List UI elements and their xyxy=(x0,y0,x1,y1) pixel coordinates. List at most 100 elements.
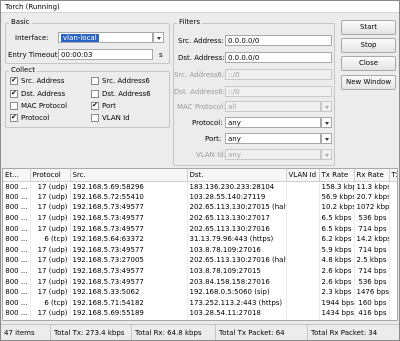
table-row[interactable]: 800 ... 17 (udp) 192.168.5.73:49577 103.8.7… xyxy=(3,244,397,256)
table-row[interactable]: 800 ... 17 (udp) 192.168.5.73:49577 202.65.… xyxy=(3,212,397,224)
vlan-id-dropdown-icon[interactable] xyxy=(321,149,332,160)
checkbox-box[interactable] xyxy=(10,113,18,122)
table-cell: 17 (udp) xyxy=(30,202,71,213)
table-cell xyxy=(389,297,397,309)
table-cell: 17 (udp) xyxy=(30,255,71,266)
table-row[interactable]: 800 ...6 (tcp)192.168.5.6:6881123.227.65… xyxy=(3,318,397,320)
table-cell: 536 bps xyxy=(354,276,390,287)
start-button[interactable]: Start xyxy=(341,20,396,35)
src-address-input[interactable]: 0.0.0.0/0 xyxy=(225,35,332,46)
checkbox-box[interactable] xyxy=(91,90,99,98)
interface-label: Interface: xyxy=(15,34,49,42)
column-header-dst[interactable]: Dst. xyxy=(187,169,287,182)
table-row[interactable]: 800 ... 17 (udp) 192.168.5.73:49577 203.84.… xyxy=(3,276,397,287)
table-row[interactable]: 800 ... 17 (udp) 192.168.5.69:55189 103.28.… xyxy=(3,308,397,319)
table-row[interactable]: 800 ... 17 (udp) 192.168.5.73:49577 103.8.7… xyxy=(3,265,397,277)
table-cell: 192.168.5.72:55410 xyxy=(70,191,188,203)
table-row[interactable]: 800 ... 17 (udp) 192.168.5.72:55410 103.28.… xyxy=(3,191,397,203)
table-cell: 6 (tcp) xyxy=(30,233,71,245)
entry-timeout-input[interactable]: 00:00:03 xyxy=(58,49,153,60)
checkbox-dst-address6[interactable]: Dst. Address6 xyxy=(91,90,151,98)
column-header-protocol[interactable]: Protocol xyxy=(30,169,71,182)
checkbox-box[interactable] xyxy=(10,89,18,98)
checkbox-box[interactable] xyxy=(91,114,99,122)
table-cell xyxy=(389,212,397,224)
table-cell: 17 (udp) xyxy=(30,181,71,192)
table-row[interactable]: 800 ... 17 (udp) 192.168.5.73:27005 202.65.… xyxy=(3,255,397,266)
column-header-vlan-id[interactable]: VLAN Id xyxy=(286,169,320,182)
table-cell: 714 bps xyxy=(354,223,390,234)
vlan-id-select[interactable]: any xyxy=(225,149,321,160)
dst-address6-input[interactable]: ::/0 xyxy=(225,86,332,97)
checkbox-port[interactable]: Port xyxy=(91,101,116,110)
port-select[interactable]: any xyxy=(225,133,321,144)
column-header-src[interactable]: Src. xyxy=(70,169,188,182)
table-cell: 800 ... xyxy=(3,233,31,245)
table-cell: 183.136.230.233:28104 xyxy=(187,181,287,192)
table-row[interactable]: 800 ... 17 (udp) 192.168.5.73:49577 202.65.… xyxy=(3,223,397,234)
checkbox-box[interactable] xyxy=(10,102,18,110)
status-items-count: 47 items xyxy=(1,325,51,340)
dst-address-input[interactable]: 0.0.0.0/0 xyxy=(225,52,332,63)
torch-window: Torch (Running) Basic Interface: vlan-lo… xyxy=(0,0,400,341)
interface-select[interactable]: vlan-local xyxy=(58,32,153,43)
table-row[interactable]: 800 ... 17 (udp) 192.168.5.33:5062 192.168.… xyxy=(3,286,397,298)
table-row[interactable]: 800 ... 6 (tcp) 192.168.5.64:63372 31.13.79… xyxy=(3,233,397,245)
checkbox-protocol[interactable]: Protocol xyxy=(10,113,49,122)
basic-group-label: Basic xyxy=(9,18,32,26)
table-cell: 800 ... xyxy=(3,308,31,319)
protocol-select[interactable]: any xyxy=(225,117,321,128)
table-cell xyxy=(286,212,320,224)
table-row[interactable]: 800 ... 17 (udp) 192.168.5.69:58296 183.136… xyxy=(3,181,397,192)
table-cell: 17 (udp) xyxy=(30,276,71,287)
table-row[interactable]: 800 ... 6 (tcp) 192.168.5.71:54182 173.252.… xyxy=(3,297,397,309)
interface-dropdown-icon[interactable] xyxy=(153,32,164,43)
table-cell xyxy=(389,276,397,287)
status-bar: 47 items Total Tx: 273.4 kbps Total Rx: … xyxy=(1,324,399,340)
table-cell xyxy=(389,318,397,320)
checkbox-box[interactable] xyxy=(10,76,18,85)
table-cell: 17 (udp) xyxy=(30,191,71,203)
collect-group-label: Collect xyxy=(9,66,37,74)
table-cell: 123.227.65.93:36167 xyxy=(187,318,287,320)
mac-protocol-select[interactable]: all xyxy=(225,101,321,112)
table-cell: 4.8 kbps xyxy=(319,255,355,266)
table-cell: 17 (udp) xyxy=(30,286,71,298)
checkbox-src-address[interactable]: Src. Address xyxy=(10,76,64,85)
src-address6-label: Src. Address6: xyxy=(174,71,225,79)
protocol-dropdown-icon[interactable] xyxy=(321,117,332,128)
new-window-button[interactable]: New Window xyxy=(341,75,396,90)
checkbox-mac-protocol[interactable]: MAC Protocol xyxy=(10,102,67,110)
table-cell: 103.8.78.109:27015 xyxy=(187,265,287,277)
src-address6-input[interactable]: ::/0 xyxy=(225,69,332,80)
table-cell: 1316 bps xyxy=(319,318,355,320)
table-cell: 714 bps xyxy=(354,244,390,256)
table-body: 800 ... 17 (udp) 192.168.5.69:58296 183.136… xyxy=(3,181,397,320)
close-button[interactable]: Close xyxy=(341,56,396,71)
checkbox-box[interactable] xyxy=(91,101,99,110)
column-header-et[interactable]: Et... xyxy=(3,169,31,182)
checkbox-box[interactable] xyxy=(91,77,99,85)
table-cell: 536 bps xyxy=(354,212,390,224)
torch-table: Et... Protocol Src. Dst. VLAN Id Tx Rate… xyxy=(2,168,398,321)
checkbox-src-address6[interactable]: Src. Address6 xyxy=(91,77,150,85)
filters-group-label: Filters xyxy=(177,18,202,26)
table-cell: 158.3 kbps xyxy=(319,181,355,192)
table-cell: 192.168.5.71:54182 xyxy=(70,297,188,309)
checkbox-vlan-id[interactable]: VLAN Id xyxy=(91,114,130,122)
port-dropdown-icon[interactable] xyxy=(321,133,332,144)
column-header-tx-rate[interactable]: Tx Rate xyxy=(319,169,355,182)
table-cell: 6 (tcp) xyxy=(30,318,71,320)
table-row[interactable]: 800 ... 17 (udp) 192.168.5.73:49577 202.65.… xyxy=(3,202,397,213)
table-cell xyxy=(389,308,397,319)
column-header-tx-packet[interactable]: Tx Pac xyxy=(389,169,397,182)
table-cell: 192.168.5.73:49577 xyxy=(70,276,188,287)
table-cell: 17 (udp) xyxy=(30,244,71,256)
column-header-rx-rate[interactable]: Rx Rate xyxy=(354,169,390,182)
title-bar[interactable]: Torch (Running) xyxy=(1,1,399,13)
stop-button[interactable]: Stop xyxy=(341,38,396,53)
checkbox-dst-address[interactable]: Dst. Address xyxy=(10,89,65,98)
table-cell: 173.252.113.2:443 (https) xyxy=(187,297,287,309)
mac-protocol-dropdown-icon[interactable] xyxy=(321,101,332,112)
table-cell xyxy=(286,297,320,309)
